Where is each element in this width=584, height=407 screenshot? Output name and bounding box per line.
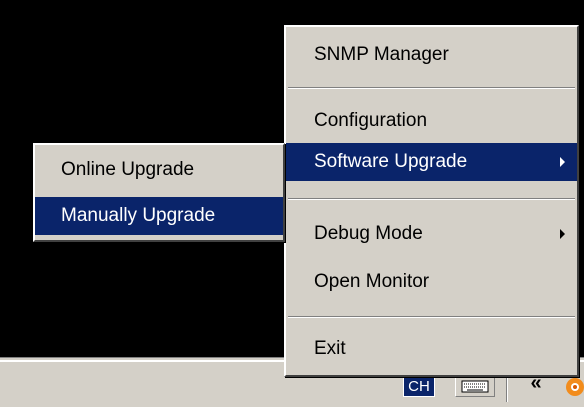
submenu-arrow-icon bbox=[560, 157, 565, 167]
menu-item-label: Online Upgrade bbox=[61, 159, 195, 180]
menu-item-label: SNMP Manager bbox=[314, 44, 449, 65]
menu-item-label: Configuration bbox=[314, 110, 428, 131]
menu-item-exit[interactable]: Exit bbox=[286, 330, 577, 368]
language-indicator[interactable]: CH bbox=[403, 375, 435, 397]
menu-item-label: Exit bbox=[314, 338, 346, 359]
submenu-arrow-icon bbox=[560, 229, 565, 239]
menu-separator bbox=[288, 316, 575, 318]
menu-item-label: Open Monitor bbox=[314, 271, 430, 292]
menu-item-open-monitor[interactable]: Open Monitor bbox=[286, 263, 577, 301]
menu-item-label: Software Upgrade bbox=[314, 151, 468, 172]
software-upgrade-submenu: Online Upgrade Manually Upgrade bbox=[33, 143, 285, 242]
menu-separator bbox=[288, 198, 575, 200]
app-tray-icon[interactable] bbox=[557, 374, 584, 398]
menu-separator bbox=[288, 87, 575, 89]
menu-item-software-upgrade[interactable]: Software Upgrade bbox=[286, 143, 577, 181]
context-menu: SNMP Manager Configuration Software Upgr… bbox=[284, 25, 579, 377]
menu-item-configuration[interactable]: Configuration bbox=[286, 102, 577, 140]
submenu-item-online-upgrade[interactable]: Online Upgrade bbox=[35, 151, 283, 189]
keyboard-icon[interactable] bbox=[455, 375, 495, 397]
menu-item-label: Manually Upgrade bbox=[61, 205, 216, 226]
menu-item-label: Debug Mode bbox=[314, 223, 423, 244]
menu-item-debug-mode[interactable]: Debug Mode bbox=[286, 215, 577, 253]
menu-item-snmp-manager[interactable]: SNMP Manager bbox=[286, 36, 577, 74]
submenu-item-manually-upgrade[interactable]: Manually Upgrade bbox=[35, 197, 283, 235]
